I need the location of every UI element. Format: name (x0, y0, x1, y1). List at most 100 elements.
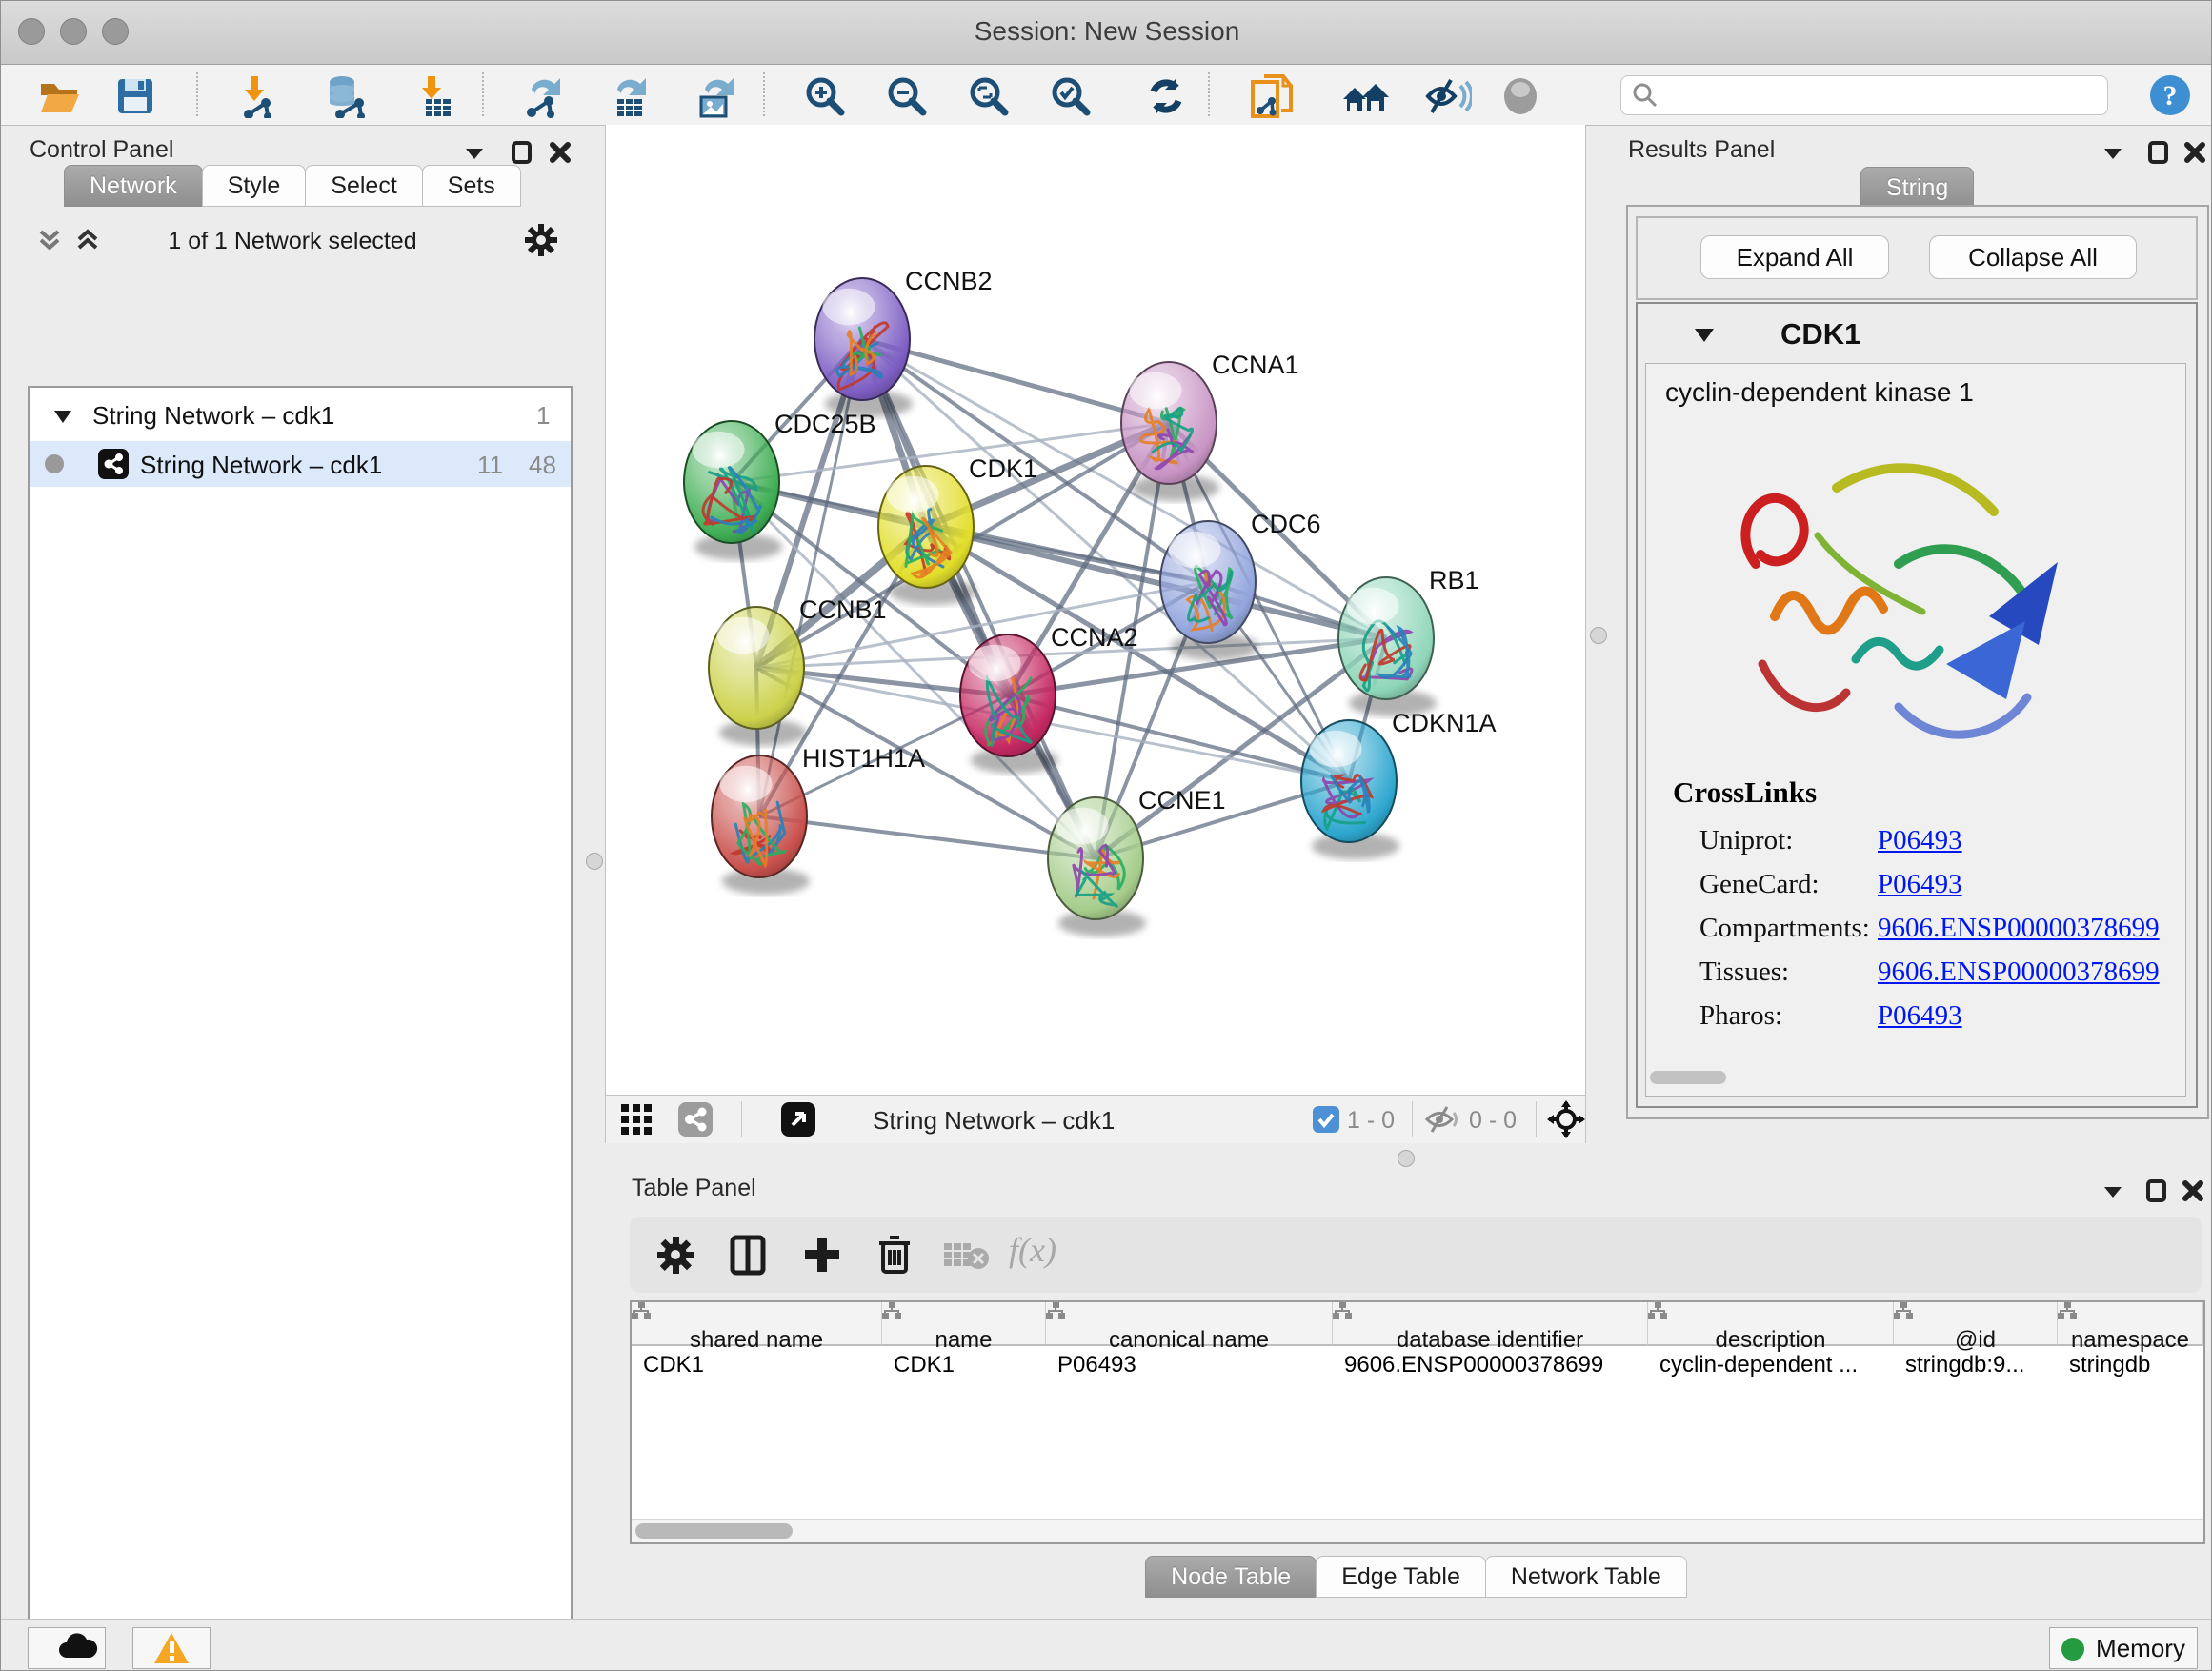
crosslink-link[interactable]: P06493 (1878, 1000, 1962, 1032)
refresh-icon[interactable] (1144, 74, 1188, 118)
delete-column-icon[interactable] (874, 1232, 915, 1276)
panel-menu-icon[interactable] (2099, 1177, 2127, 1205)
column-header-namespace[interactable]: namespace (2058, 1302, 2203, 1346)
network-node[interactable]: CCNE1 (1048, 786, 1226, 936)
show-eye-icon (1498, 74, 1542, 118)
network-row[interactable]: String Network – cdk1 11 48 (30, 441, 571, 487)
network-collection-row[interactable]: String Network – cdk1 1 (30, 393, 571, 439)
tab-node-table[interactable]: Node Table (1145, 1556, 1317, 1598)
panel-close-icon[interactable] (2181, 138, 2209, 167)
import-network-database-icon[interactable] (323, 74, 367, 118)
table-settings-gear-icon[interactable] (654, 1234, 696, 1276)
table-cell[interactable]: cyclin-dependent ... (1659, 1346, 1890, 1384)
splitter-handle[interactable] (586, 853, 603, 870)
table-cell[interactable]: stringdb (2069, 1346, 2200, 1384)
node-label: CCNA1 (1212, 351, 1299, 379)
open-session-icon[interactable] (37, 74, 81, 118)
application-window: Session: New Session (0, 0, 2212, 1671)
table-cell[interactable]: stringdb:9... (1905, 1346, 2054, 1384)
column-header-description[interactable]: description (1648, 1302, 1894, 1346)
table-cell[interactable]: P06493 (1057, 1346, 1329, 1384)
export-table-icon[interactable] (606, 74, 650, 118)
cloud-status-button[interactable] (28, 1627, 106, 1669)
network-node[interactable]: CCNA1 (1121, 351, 1299, 501)
network-node[interactable]: CDC25B (684, 410, 876, 560)
tab-string[interactable]: String (1860, 167, 1974, 209)
selected-checkbox-icon[interactable] (1313, 1106, 1339, 1133)
clone-network-icon[interactable] (1249, 74, 1293, 118)
memory-button[interactable]: Memory (2049, 1627, 2198, 1669)
zoom-selected-icon[interactable] (1049, 74, 1093, 118)
export-image-icon[interactable] (692, 74, 735, 118)
tree-settings-gear-icon[interactable] (523, 222, 559, 258)
panel-close-icon[interactable] (2179, 1177, 2207, 1205)
node-gloss (1056, 808, 1109, 844)
table-cell[interactable]: CDK1 (894, 1346, 1042, 1384)
horizontal-scrollbar-thumb[interactable] (1650, 1071, 1726, 1084)
zoom-out-icon[interactable] (885, 74, 929, 118)
crosslink-link[interactable]: 9606.ENSP00000378699 (1878, 956, 2160, 988)
crosslink-link[interactable]: P06493 (1878, 869, 1962, 900)
toolbar-separator (1208, 72, 1210, 116)
control-panel-tabs: NetworkStyleSelectSets (64, 165, 520, 207)
zoom-in-icon[interactable] (803, 74, 847, 118)
select-columns-icon[interactable] (727, 1234, 769, 1276)
search-input[interactable] (1620, 75, 2108, 115)
node-label: CDK1 (969, 454, 1037, 483)
collapse-all-button[interactable]: Collapse All (1929, 235, 2137, 279)
crosslink-row: Compartments:9606.ENSP00000378699 (1646, 907, 2185, 951)
panel-float-icon[interactable] (2142, 1177, 2171, 1205)
tab-network[interactable]: Network (64, 165, 203, 207)
panel-close-icon[interactable] (546, 138, 574, 167)
import-table-icon[interactable] (412, 74, 456, 118)
warnings-button[interactable] (132, 1627, 211, 1669)
collapse-section-icon[interactable] (1693, 325, 1716, 346)
crosslink-link[interactable]: 9606.ENSP00000378699 (1878, 913, 2160, 944)
table-cell[interactable]: 9606.ENSP00000378699 (1344, 1346, 1644, 1384)
column-header-database-identifier[interactable]: database identifier (1333, 1302, 1648, 1346)
network-node[interactable]: RB1 (1338, 566, 1479, 716)
network-canvas[interactable]: CCNB2CCNA1CDC25BCDK1CDC6RB1CCNB1CCNA2CDK… (605, 125, 1586, 1095)
network-node[interactable]: CCNB1 (709, 595, 887, 746)
birdseye-grid-icon[interactable] (621, 1104, 654, 1135)
column-header-canonical-name[interactable]: canonical name (1046, 1302, 1333, 1346)
add-column-icon[interactable] (801, 1234, 843, 1276)
network-node[interactable]: CDC6 (1160, 510, 1321, 660)
splitter-handle[interactable] (1590, 627, 1607, 644)
tab-edge-table[interactable]: Edge Table (1316, 1556, 1486, 1598)
tab-sets[interactable]: Sets (422, 165, 521, 207)
crosslink-link[interactable]: P06493 (1878, 825, 1962, 856)
table-horizontal-scrollbar[interactable] (632, 1519, 2203, 1542)
string-style-icon[interactable] (678, 1102, 713, 1137)
home-icon[interactable] (1339, 74, 1383, 118)
scrollbar-thumb[interactable] (635, 1523, 793, 1539)
zoom-fit-icon[interactable] (967, 74, 1011, 118)
network-node[interactable]: HIST1H1A (712, 744, 925, 895)
column-header-shared-name[interactable]: shared name (632, 1302, 882, 1346)
table-cell[interactable]: CDK1 (643, 1346, 878, 1384)
panel-float-icon[interactable] (508, 138, 536, 167)
column-header-name[interactable]: name (882, 1302, 1046, 1346)
help-icon[interactable]: ? (2148, 73, 2192, 117)
network-node[interactable]: CDK1 (878, 454, 1037, 605)
tab-style[interactable]: Style (202, 165, 307, 207)
panel-float-icon[interactable] (2144, 138, 2173, 167)
network-view-toolbar: String Network – cdk1 1 - 0 0 - 0 (605, 1095, 1586, 1143)
panel-menu-icon[interactable] (460, 138, 489, 167)
splitter-handle[interactable] (1398, 1150, 1415, 1167)
save-session-icon[interactable] (113, 74, 157, 118)
open-in-window-icon[interactable] (781, 1102, 815, 1137)
hide-panel-eye-icon[interactable] (1422, 74, 1466, 118)
panel-menu-icon[interactable] (2099, 138, 2127, 167)
network-node[interactable]: CCNB2 (814, 267, 993, 417)
tab-select[interactable]: Select (305, 165, 422, 207)
expand-all-button[interactable]: Expand All (1700, 235, 1889, 279)
fit-center-crosshair-icon[interactable] (1547, 1100, 1585, 1138)
table-toolbar: f(x) (630, 1217, 2202, 1293)
import-network-file-icon[interactable] (237, 74, 281, 118)
export-network-icon[interactable] (520, 74, 564, 118)
tab-network-table[interactable]: Network Table (1485, 1556, 1687, 1598)
column-header-@id[interactable]: @id (1894, 1302, 2058, 1346)
crosslink-row: Pharos:P06493 (1646, 995, 2185, 1038)
network-node[interactable]: CDKN1A (1301, 709, 1497, 859)
